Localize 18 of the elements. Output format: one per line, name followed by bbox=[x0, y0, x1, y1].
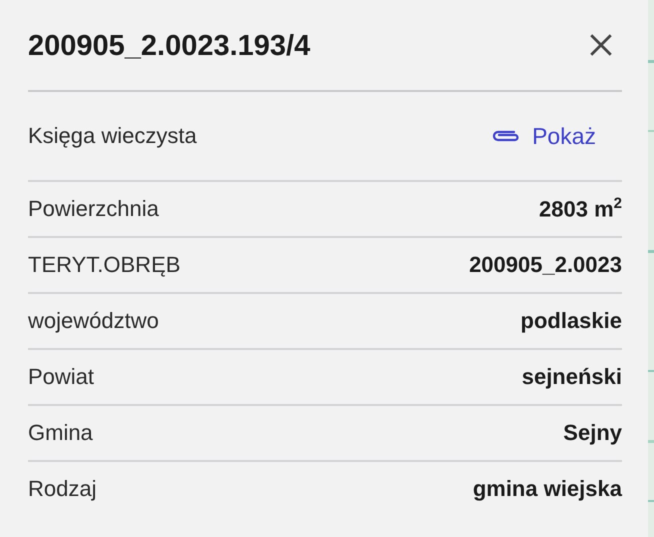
field-value: 200905_2.0023 bbox=[469, 252, 622, 278]
field-value: gmina wiejska bbox=[472, 476, 622, 502]
close-button[interactable] bbox=[588, 32, 614, 58]
field-label: Powierzchnia bbox=[28, 196, 159, 222]
field-label: województwo bbox=[28, 308, 159, 334]
field-value: sejneński bbox=[522, 364, 622, 390]
panel-title: 200905_2.0023.193/4 bbox=[28, 28, 310, 62]
field-label: Księga wieczysta bbox=[28, 123, 197, 149]
paperclip-icon bbox=[490, 128, 520, 144]
field-label: Gmina bbox=[28, 420, 93, 446]
field-value: Sejny bbox=[563, 420, 622, 446]
field-value: 2803 m$^{2}$ bbox=[539, 195, 622, 223]
field-value: podlaskie bbox=[520, 308, 622, 334]
field-label: Rodzaj bbox=[28, 476, 96, 502]
field-label: Powiat bbox=[28, 364, 94, 390]
show-link[interactable]: Pokaż bbox=[490, 122, 596, 150]
close-icon bbox=[588, 32, 614, 58]
field-label: TERYT.OBRĘB bbox=[28, 252, 180, 278]
